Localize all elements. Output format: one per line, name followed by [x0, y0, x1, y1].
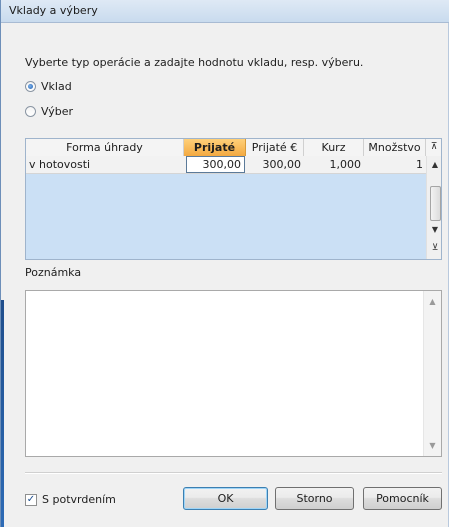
dialog-window: Vklady a výbery Vyberte typ operácie a z…	[0, 0, 449, 527]
confirm-checkbox[interactable]: ✓	[25, 493, 37, 506]
divider	[25, 472, 442, 474]
radio-vyber-label: Výber	[41, 105, 74, 118]
cell-prijate-input[interactable]: 300,00	[186, 156, 245, 173]
ok-button[interactable]: OK	[183, 487, 268, 510]
instruction-text: Vyberte typ operácie a zadajte hodnotu v…	[25, 56, 364, 69]
column-header-kurz[interactable]: Kurz	[304, 139, 364, 156]
radio-vklad[interactable]: Vklad	[25, 80, 72, 93]
note-textarea[interactable]: ▲ ▼	[25, 290, 442, 457]
radio-vyber-indicator[interactable]	[25, 106, 36, 117]
cell-forma-uhrady[interactable]: v hotovosti	[26, 156, 184, 173]
scroll-thumb[interactable]	[430, 186, 441, 221]
title-bar[interactable]: Vklady a výbery	[1, 0, 449, 23]
cell-kurz[interactable]: 1,000	[304, 156, 364, 173]
note-scroll-down-icon[interactable]: ▼	[424, 441, 441, 450]
note-scrollbar[interactable]: ▲ ▼	[423, 291, 441, 456]
column-header-mnozstvo[interactable]: Množstvo	[364, 139, 426, 156]
radio-vklad-indicator[interactable]	[25, 81, 36, 92]
scroll-up-icon[interactable]: ▲	[427, 159, 441, 171]
confirm-checkbox-label: S potvrdením	[42, 493, 116, 506]
window-edge-accent	[1, 300, 4, 527]
grid-header: Forma úhrady Prijaté Prijaté € Kurz Množ…	[26, 139, 441, 157]
scroll-down-icon[interactable]: ▼	[427, 224, 441, 236]
cancel-button[interactable]: Storno	[275, 487, 354, 510]
scroll-top-icon[interactable]: ⊼	[426, 139, 441, 156]
scroll-bottom-icon[interactable]: ⊻	[427, 242, 441, 254]
payment-grid[interactable]: Forma úhrady Prijaté Prijaté € Kurz Množ…	[25, 138, 442, 260]
radio-vklad-label: Vklad	[41, 80, 72, 93]
confirm-checkbox-row[interactable]: ✓ S potvrdením	[25, 493, 116, 506]
table-row[interactable]: v hotovosti 300,00 300,00 1,000 1	[26, 156, 426, 174]
note-label: Poznámka	[25, 266, 82, 279]
column-header-prijate[interactable]: Prijaté	[184, 139, 246, 156]
help-button[interactable]: Pomocník	[363, 487, 442, 510]
column-header-prijate-eur[interactable]: Prijaté €	[246, 139, 304, 156]
cell-mnozstvo[interactable]: 1	[364, 156, 426, 173]
column-header-forma-uhrady[interactable]: Forma úhrady	[26, 139, 184, 156]
radio-vyber[interactable]: Výber	[25, 105, 73, 118]
cell-prijate-eur[interactable]: 300,00	[246, 156, 304, 173]
grid-vertical-scrollbar[interactable]: ▲ ▼ ⊻	[426, 156, 441, 259]
note-scroll-up-icon[interactable]: ▲	[424, 297, 441, 306]
window-title: Vklady a výbery	[9, 4, 98, 17]
